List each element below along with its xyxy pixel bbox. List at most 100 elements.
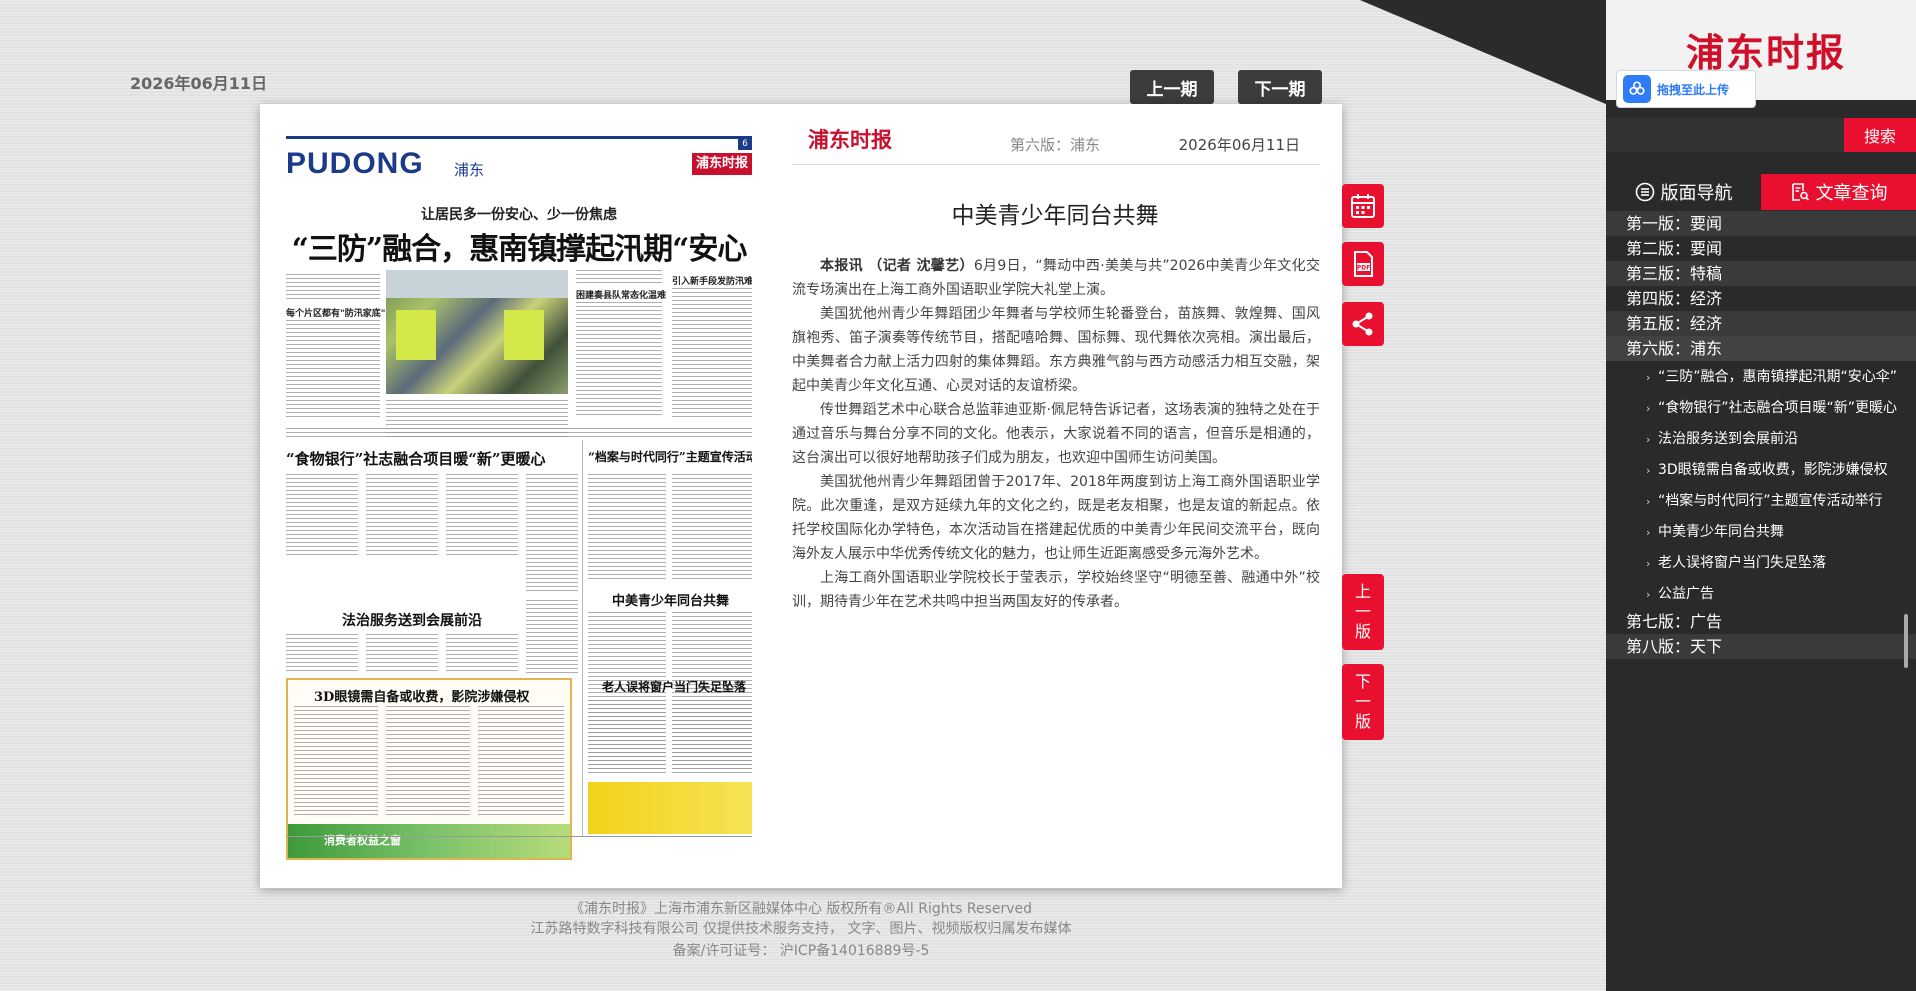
prev-issue-button[interactable]: 上一期 bbox=[1130, 70, 1214, 104]
article-link[interactable]: › 法治服务送到会展前沿 bbox=[1646, 427, 1908, 458]
footer-tech-support: 江苏路特数字科技有限公司 仅提供技术服务支持， 文字、图片、视频版权归属发布媒体 bbox=[530, 921, 1072, 937]
article-link[interactable]: › 公益广告 bbox=[1646, 582, 1908, 609]
sidebar-tabs: 版面导航 文章查询 bbox=[1606, 174, 1916, 210]
article-link[interactable]: › 老人误将窗户当门失足坠落 bbox=[1646, 551, 1908, 582]
article-pane: 浦东时报 第六版：浦东 2026年06月11日 中美青少年同台共舞 本报讯 （记… bbox=[790, 104, 1320, 888]
thumbnail-page-number: 6 bbox=[738, 138, 752, 150]
prev-page-button[interactable]: 上一版 bbox=[1342, 574, 1384, 650]
tab-page-navigation[interactable]: 版面导航 bbox=[1606, 174, 1761, 210]
text-block bbox=[576, 270, 662, 284]
text-block bbox=[526, 474, 578, 594]
next-issue-button[interactable]: 下一期 bbox=[1238, 70, 1322, 104]
article-link-label: 中美青少年同台共舞 bbox=[1658, 524, 1784, 540]
thumbnail-subhead[interactable]: 中美青少年同台共舞 bbox=[612, 590, 729, 609]
article-link[interactable]: › 中美青少年同台共舞 bbox=[1646, 520, 1908, 551]
calendar-button[interactable] bbox=[1342, 184, 1384, 228]
footer-copyright: 《浦东时报》上海市浦东新区融媒体中心 版权所有®All Rights Reser… bbox=[569, 901, 1033, 917]
text-block bbox=[526, 600, 578, 674]
nav-page-7[interactable]: 第七版：广告 bbox=[1606, 609, 1916, 634]
tab-article-query-label: 文章查询 bbox=[1815, 183, 1888, 204]
newspaper-page: PUDONG 浦东 浦东时报 6 让居民多一份安心、少一份焦虑 “三防”融合，惠… bbox=[260, 104, 1342, 888]
search-button[interactable]: 搜索 bbox=[1844, 118, 1916, 152]
text-block bbox=[576, 302, 662, 418]
nav-page-6[interactable]: 第六版：浦东 bbox=[1606, 336, 1916, 361]
thumbnail-subhead[interactable]: “食物银行”社志融合项目暖“新”更暖心 bbox=[286, 448, 546, 469]
pdf-button[interactable]: PDF bbox=[1342, 242, 1384, 286]
tab-page-navigation-label: 版面导航 bbox=[1660, 183, 1733, 204]
column-divider bbox=[582, 440, 583, 836]
article-paragraph: 美国犹他州青少年舞蹈团曾于2017年、2018年两度到访上海工商外国语职业学院。… bbox=[792, 474, 1320, 562]
text-block bbox=[446, 474, 518, 558]
nav-page-3[interactable]: 第三版：特稿 bbox=[1606, 261, 1916, 286]
search-input[interactable] bbox=[1606, 118, 1844, 152]
article-date: 2026年06月11日 bbox=[1178, 136, 1300, 154]
article-paragraph: 美国犹他州青少年舞蹈团少年舞者与学校师生轮番登台，苗族舞、敦煌舞、国风旗袍秀、笛… bbox=[792, 306, 1320, 394]
text-block bbox=[294, 706, 378, 818]
article-link-label: “三防”融合，惠南镇撑起汛期“安心伞” bbox=[1658, 369, 1898, 385]
thumbnail-masthead: PUDONG 浦东 浦东时报 6 bbox=[286, 136, 752, 180]
upload-label: 拖拽至此上传 bbox=[1657, 82, 1730, 97]
masthead-pudong: PUDONG bbox=[286, 147, 424, 180]
chevron-right-icon: › bbox=[1646, 557, 1651, 570]
masthead-city: 浦东 bbox=[454, 161, 485, 179]
text-block bbox=[286, 274, 380, 300]
chevron-right-icon: › bbox=[1646, 464, 1651, 477]
thumbnail-photo bbox=[386, 270, 568, 394]
text-block bbox=[446, 634, 518, 674]
article-title: 中美青少年同台共舞 bbox=[951, 203, 1159, 229]
nav-page-2[interactable]: 第二版：要闻 bbox=[1606, 236, 1916, 261]
article-link-label: 法治服务送到会展前沿 bbox=[1658, 431, 1798, 447]
thumbnail-small-heading: 引入新手段发防汛难题 bbox=[672, 277, 752, 287]
thumbnail-subhead[interactable]: 法治服务送到会展前沿 bbox=[342, 610, 482, 630]
thumbnail-kicker: 让居民多一份安心、少一份焦虑 bbox=[421, 207, 617, 223]
document-search-icon bbox=[1791, 183, 1809, 201]
page-thumbnail[interactable]: PUDONG 浦东 浦东时报 6 让居民多一份安心、少一份焦虑 “三防”融合，惠… bbox=[286, 130, 752, 866]
tab-article-query[interactable]: 文章查询 bbox=[1761, 174, 1916, 210]
footer-icp[interactable]: 备案/许可证号： 沪ICP备14016889号-5 bbox=[260, 940, 1342, 960]
article-link-label: 公益广告 bbox=[1658, 586, 1714, 602]
article-link[interactable]: › “三防”融合，惠南镇撑起汛期“安心伞” bbox=[1646, 365, 1908, 396]
article-paragraph: 本报讯 （记者 沈馨艺）6月9日，“舞动中西·美美与共”2026中美青少年文化交… bbox=[792, 254, 1320, 302]
sidebar-scrollbar[interactable] bbox=[1904, 614, 1908, 668]
nav-page-5[interactable]: 第五版：经济 bbox=[1606, 311, 1916, 336]
nav-page-8[interactable]: 第八版：天下 bbox=[1606, 634, 1916, 659]
issue-date: 2026年06月11日 bbox=[130, 74, 268, 93]
list-circle-icon bbox=[1635, 182, 1654, 202]
article-paragraph: 上海工商外国语职业学院校长于莹表示，学校始终坚守“明德至善、融通中外”校训，期待… bbox=[792, 570, 1320, 610]
text-block bbox=[478, 706, 564, 818]
text-block bbox=[672, 700, 752, 774]
nav-page-4[interactable]: 第四版：经济 bbox=[1606, 286, 1916, 311]
text-block bbox=[672, 288, 752, 418]
thumbnail-boxed-story[interactable]: 3D眼镜需自备或收费，影院涉嫌侵权 消费者权益之窗 bbox=[286, 678, 572, 860]
text-block bbox=[286, 320, 380, 420]
upload-button[interactable]: 拖拽至此上传 bbox=[1616, 70, 1756, 108]
chevron-right-icon: › bbox=[1646, 526, 1651, 539]
upload-icon bbox=[1623, 75, 1651, 103]
page-navigation-list: 第一版：要闻 第二版：要闻 第三版：特稿 第四版：经济 第五版：经济 第六版：浦… bbox=[1606, 211, 1916, 659]
text-block bbox=[286, 474, 358, 558]
article-link-label: 老人误将窗户当门失足坠落 bbox=[1658, 555, 1826, 571]
article-link[interactable]: › “食物银行”社志融合项目暖“新”更暖心 bbox=[1646, 396, 1908, 427]
prev-page-label: 上一版 bbox=[1355, 582, 1372, 641]
calendar-icon bbox=[1351, 194, 1375, 218]
thumbnail-small-heading: 困建奏县队常态化温难 bbox=[576, 291, 667, 301]
chevron-right-icon: › bbox=[1646, 588, 1651, 601]
chevron-right-icon: › bbox=[1646, 371, 1651, 384]
thumbnail-subhead[interactable]: “档案与时代同行”主题宣传活动举行 bbox=[588, 448, 752, 465]
svg-text:PDF: PDF bbox=[1357, 265, 1370, 272]
next-page-button[interactable]: 下一版 bbox=[1342, 664, 1384, 740]
thumbnail-small-heading: 每个片区都有"防汛家底" bbox=[286, 309, 386, 319]
sidebar-logo: 浦东时报 bbox=[1686, 30, 1847, 75]
article-link[interactable]: › 3D眼镜需自备或收费，影院涉嫌侵权 bbox=[1646, 458, 1908, 489]
nav-page-1[interactable]: 第一版：要闻 bbox=[1606, 211, 1916, 236]
banner-text: 消费者权益之窗 bbox=[324, 834, 401, 847]
article-link[interactable]: › “档案与时代同行”主题宣传活动举行 bbox=[1646, 489, 1908, 520]
thumbnail-subhead[interactable]: 老人误将窗户当门失足坠落 bbox=[602, 678, 746, 695]
thumbnail-ad bbox=[588, 782, 752, 834]
article-list: › “三防”融合，惠南镇撑起汛期“安心伞” › “食物银行”社志融合项目暖“新”更暖… bbox=[1606, 361, 1916, 609]
article-link-label: 3D眼镜需自备或收费，影院涉嫌侵权 bbox=[1658, 462, 1888, 478]
pdf-icon: PDF bbox=[1354, 251, 1373, 277]
article-divider bbox=[792, 164, 1320, 165]
share-button[interactable] bbox=[1342, 302, 1384, 346]
article-link-label: “档案与时代同行”主题宣传活动举行 bbox=[1658, 493, 1883, 509]
